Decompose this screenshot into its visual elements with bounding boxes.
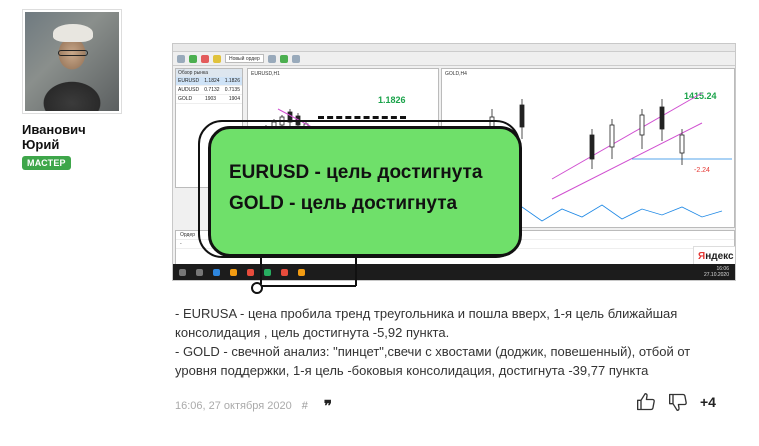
- author-name[interactable]: Иванович Юрий: [22, 122, 122, 152]
- avatar[interactable]: [22, 9, 122, 114]
- callout-dot: [251, 282, 263, 294]
- toolbar-icon: [279, 54, 288, 63]
- toolbar-icon: [201, 54, 209, 63]
- market-watch-row: EURUSD 1.1824 1.1826: [176, 77, 242, 86]
- post-paragraph: - EURUSA - цена пробила тренд треугольни…: [175, 306, 678, 340]
- quote-button[interactable]: ❞: [324, 397, 332, 415]
- dashed-level-line: [318, 116, 406, 119]
- toolbar-icon: [177, 54, 185, 63]
- author-name-line1[interactable]: Иванович: [22, 122, 122, 137]
- target-callout: EURUSD - цель достигнута GOLD - цель дос…: [208, 126, 522, 257]
- post-body: - EURUSA - цена пробила тренд треугольни…: [175, 304, 735, 380]
- thumbs-up-icon[interactable]: [636, 392, 656, 412]
- taskbar-clock: 16:06 27.10.2020: [703, 266, 729, 278]
- toolbar-icon: [213, 54, 221, 63]
- author-name-line2[interactable]: Юрий: [22, 137, 122, 152]
- callout-line-gold: GOLD - цель достигнута: [229, 193, 458, 214]
- market-watch-header: Обзор рынка: [176, 69, 242, 77]
- yandex-banner[interactable]: Яндекс: [693, 246, 735, 266]
- post-timestamp[interactable]: 16:06, 27 октября 2020: [175, 400, 292, 412]
- thumbs-down-icon[interactable]: [668, 392, 688, 412]
- terminal-menubar: [173, 44, 735, 52]
- windows-start-icon: [179, 268, 186, 276]
- windows-taskbar: 16:06 27.10.2020: [173, 264, 735, 280]
- market-watch-row: GOLD 1903 1904: [176, 95, 242, 104]
- avatar-photo: [25, 12, 119, 111]
- new-order-label: Новый ордер: [225, 54, 264, 63]
- post-meta: 16:06, 27 октября 2020 # ❞: [175, 397, 332, 415]
- status-badge: МАСТЕР: [22, 156, 71, 170]
- toolbar-icon: [267, 54, 276, 63]
- post-paragraph: - GOLD - свечной анализ: "пинцет",свечи …: [175, 344, 691, 378]
- callout-line-eurusd: EURUSD - цель достигнута: [229, 162, 483, 183]
- taskbar-app-icon: [247, 268, 254, 276]
- vote-controls: +4: [636, 392, 716, 412]
- taskbar-app-icon: [298, 268, 305, 276]
- taskbar-app-icon: [281, 268, 288, 276]
- vote-score: +4: [700, 394, 716, 410]
- search-icon: [196, 268, 203, 276]
- toolbar-icon: [189, 54, 197, 63]
- terminal-toolbar: Новый ордер: [173, 52, 735, 66]
- permalink-hash[interactable]: #: [302, 400, 308, 412]
- taskbar-app-icon: [230, 268, 237, 276]
- callout-leader: [355, 258, 357, 286]
- taskbar-app-icon: [213, 268, 220, 276]
- taskbar-app-icon: [264, 268, 271, 276]
- callout-leader: [262, 285, 356, 287]
- toolbar-icon: [291, 54, 300, 63]
- market-watch-row: AUDUSD 0.7132 0.7135: [176, 87, 242, 95]
